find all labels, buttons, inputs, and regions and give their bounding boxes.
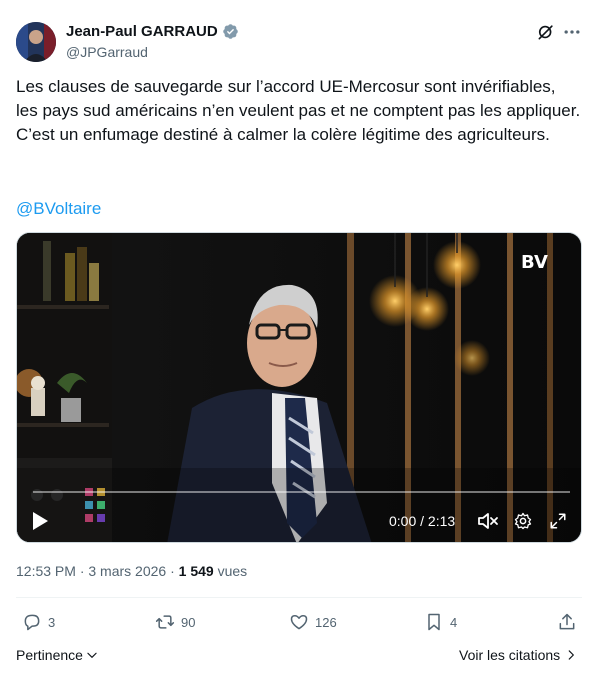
chevron-right-icon [568, 650, 575, 660]
tweet-text: Les clauses de sauvegarde sur l’accord U… [16, 77, 581, 144]
reply-button[interactable]: 3 [22, 612, 55, 632]
chevron-down-icon [87, 652, 97, 658]
bv-watermark-icon: BV [521, 252, 548, 273]
video-progress-bar[interactable] [33, 491, 570, 493]
like-button[interactable]: 126 [289, 612, 337, 632]
video-player[interactable]: BV 0:00 / 2:13 [16, 232, 582, 543]
more-options-icon[interactable] [562, 22, 582, 42]
retweet-icon [155, 615, 175, 629]
views-count: 1 549 [178, 563, 214, 579]
fullscreen-icon[interactable] [549, 512, 567, 530]
video-time: 0:00 / 2:13 [389, 513, 456, 529]
timestamp[interactable]: 12:53 PM · 3 mars 2026 · [16, 563, 179, 579]
like-count: 126 [315, 614, 337, 630]
avatar[interactable] [16, 22, 56, 62]
tweet-card: Jean-Paul GARRAUD @JPGarraud Les clauses… [0, 0, 599, 674]
bookmark-count: 4 [450, 614, 458, 630]
relevance-dropdown[interactable]: Pertinence [16, 647, 99, 663]
settings-gear-icon[interactable] [514, 512, 532, 530]
bookmark-button[interactable]: 4 [424, 612, 457, 632]
retweet-count: 90 [181, 614, 196, 630]
grok-icon[interactable] [536, 22, 556, 42]
video-frame [17, 233, 581, 542]
verified-badge-icon [222, 24, 238, 39]
bookmark-icon [428, 613, 440, 631]
share-button[interactable] [557, 612, 577, 632]
view-quotes-link[interactable]: Voir les citations [459, 647, 578, 663]
divider [16, 597, 582, 598]
author-name-row[interactable]: Jean-Paul GARRAUD [66, 23, 239, 40]
views-label: vues [213, 563, 248, 579]
heart-icon [290, 615, 308, 630]
reply-count: 3 [48, 614, 56, 630]
volume-muted-icon[interactable] [477, 512, 499, 530]
play-icon[interactable] [31, 511, 49, 531]
share-icon [559, 613, 575, 630]
tweet-meta: 12:53 PM · 3 mars 2026 · 1 549 vues [16, 563, 247, 579]
mention-link[interactable]: @BVoltaire [16, 197, 101, 221]
view-quotes-label: Voir les citations [459, 647, 561, 663]
relevance-label: Pertinence [16, 647, 83, 663]
reply-icon [24, 614, 40, 631]
svg-text:BV: BV [521, 252, 548, 273]
retweet-button[interactable]: 90 [155, 612, 195, 632]
author-name[interactable]: Jean-Paul GARRAUD [66, 23, 218, 40]
author-handle[interactable]: @JPGarraud [66, 44, 148, 60]
